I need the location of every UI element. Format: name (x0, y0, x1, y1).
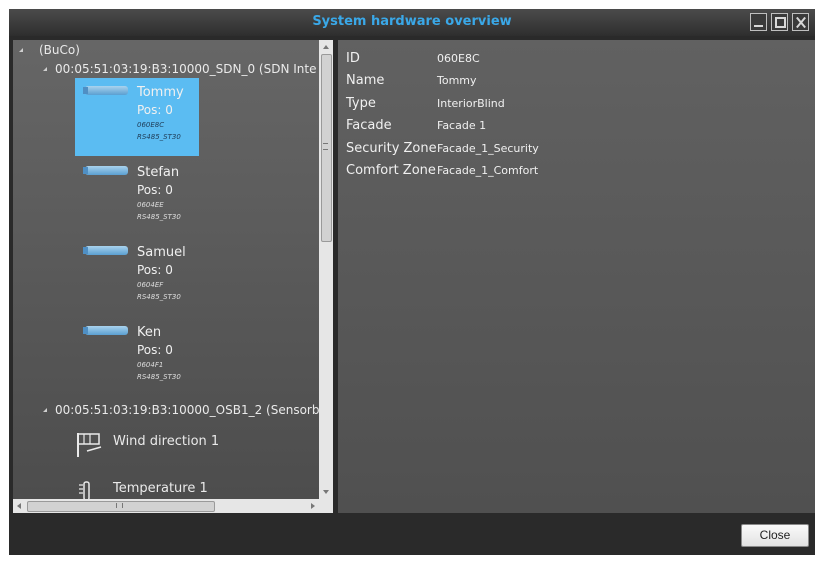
device-id: 0604F1 (137, 361, 164, 369)
minimize-button[interactable] (750, 13, 767, 31)
device-bus: RS485_ST30 (137, 373, 181, 381)
hardware-tree: (BuCo) 00:05:51:03:19:B3:10000_SDN_0 (SD… (13, 40, 333, 513)
device-id: 0604EF (137, 281, 164, 289)
blind-icon (83, 86, 128, 95)
device-name: Ken (137, 325, 162, 340)
security-zone-label: Security Zone (346, 141, 437, 156)
scroll-left-arrow-icon[interactable] (17, 503, 21, 509)
name-label: Name (346, 73, 385, 88)
window-title: System hardware overview (312, 14, 512, 29)
expand-sdn-icon[interactable] (43, 67, 47, 71)
scroll-down-arrow-icon[interactable] (323, 490, 329, 494)
grip-icon (116, 503, 123, 508)
tree-device-ken[interactable]: Ken Pos: 0 0604F1 RS485_ST30 (75, 318, 199, 396)
tree-device-samuel[interactable]: Samuel Pos: 0 0604EF RS485_ST30 (75, 238, 199, 316)
device-bus: RS485_ST30 (137, 293, 181, 301)
tree-horizontal-scrollbar[interactable] (13, 499, 319, 513)
device-position: Pos: 0 (137, 263, 173, 277)
scrollbar-corner (319, 499, 333, 513)
device-name: Stefan (137, 165, 180, 180)
type-label: Type (346, 96, 376, 111)
tree-node-root[interactable]: (BuCo) (39, 43, 80, 57)
hardware-overview-window: System hardware overview (BuCo) 00:05:51… (9, 9, 815, 555)
tree-device-stefan[interactable]: Stefan Pos: 0 0604EE RS485_ST30 (75, 158, 199, 236)
device-bus: RS485_ST30 (137, 133, 181, 141)
maximize-button[interactable] (771, 13, 788, 31)
comfort-zone-label: Comfort Zone (346, 163, 436, 178)
tree-content: (BuCo) 00:05:51:03:19:B3:10000_SDN_0 (SD… (13, 40, 319, 499)
close-window-button[interactable] (792, 13, 809, 31)
type-value: InteriorBlind (437, 97, 505, 110)
blind-icon (83, 166, 128, 175)
device-position: Pos: 0 (137, 103, 173, 117)
blind-icon (83, 326, 128, 335)
name-value: Tommy (437, 74, 477, 87)
horizontal-scroll-thumb[interactable] (27, 501, 215, 512)
vertical-scroll-thumb[interactable] (321, 54, 332, 242)
blind-icon (83, 246, 128, 255)
scroll-up-arrow-icon[interactable] (323, 45, 329, 49)
device-bus: RS485_ST30 (137, 213, 181, 221)
device-id: 0604EE (137, 201, 164, 209)
expand-osb-icon[interactable] (43, 408, 47, 412)
security-zone-value: Facade_1_Security (437, 142, 539, 155)
device-position: Pos: 0 (137, 183, 173, 197)
id-label: ID (346, 51, 360, 66)
wind-direction-icon (77, 433, 102, 457)
device-name: Samuel (137, 245, 186, 260)
close-button[interactable]: Close (741, 524, 809, 547)
expand-root-icon[interactable] (19, 48, 23, 52)
tree-node-osb-group[interactable]: 00:05:51:03:19:B3:10000_OSB1_2 (Sensorb (55, 403, 319, 417)
tree-sensor-wind-direction[interactable]: Wind direction 1 (75, 425, 295, 459)
thermometer-icon (79, 481, 90, 499)
id-value: 060E8C (437, 52, 480, 65)
sensor-label: Temperature 1 (113, 481, 208, 496)
device-name: Tommy (137, 85, 184, 100)
facade-label: Facade (346, 118, 392, 133)
tree-sensor-temperature[interactable]: Temperature 1 (75, 472, 295, 499)
title-bar[interactable]: System hardware overview (9, 9, 815, 36)
grip-icon (323, 143, 328, 150)
device-position: Pos: 0 (137, 343, 173, 357)
scroll-right-arrow-icon[interactable] (311, 503, 315, 509)
facade-value: Facade 1 (437, 119, 487, 132)
details-panel: ID 060E8C Name Tommy Type InteriorBlind … (338, 40, 815, 513)
tree-node-sdn-group[interactable]: 00:05:51:03:19:B3:10000_SDN_0 (SDN Inte (55, 62, 317, 76)
sensor-label: Wind direction 1 (113, 434, 220, 449)
tree-vertical-scrollbar[interactable] (319, 40, 333, 499)
device-id: 060E8C (137, 121, 165, 129)
comfort-zone-value: Facade_1_Comfort (437, 164, 539, 177)
tree-device-tommy[interactable]: Tommy Pos: 0 060E8C RS485_ST30 (75, 78, 199, 156)
